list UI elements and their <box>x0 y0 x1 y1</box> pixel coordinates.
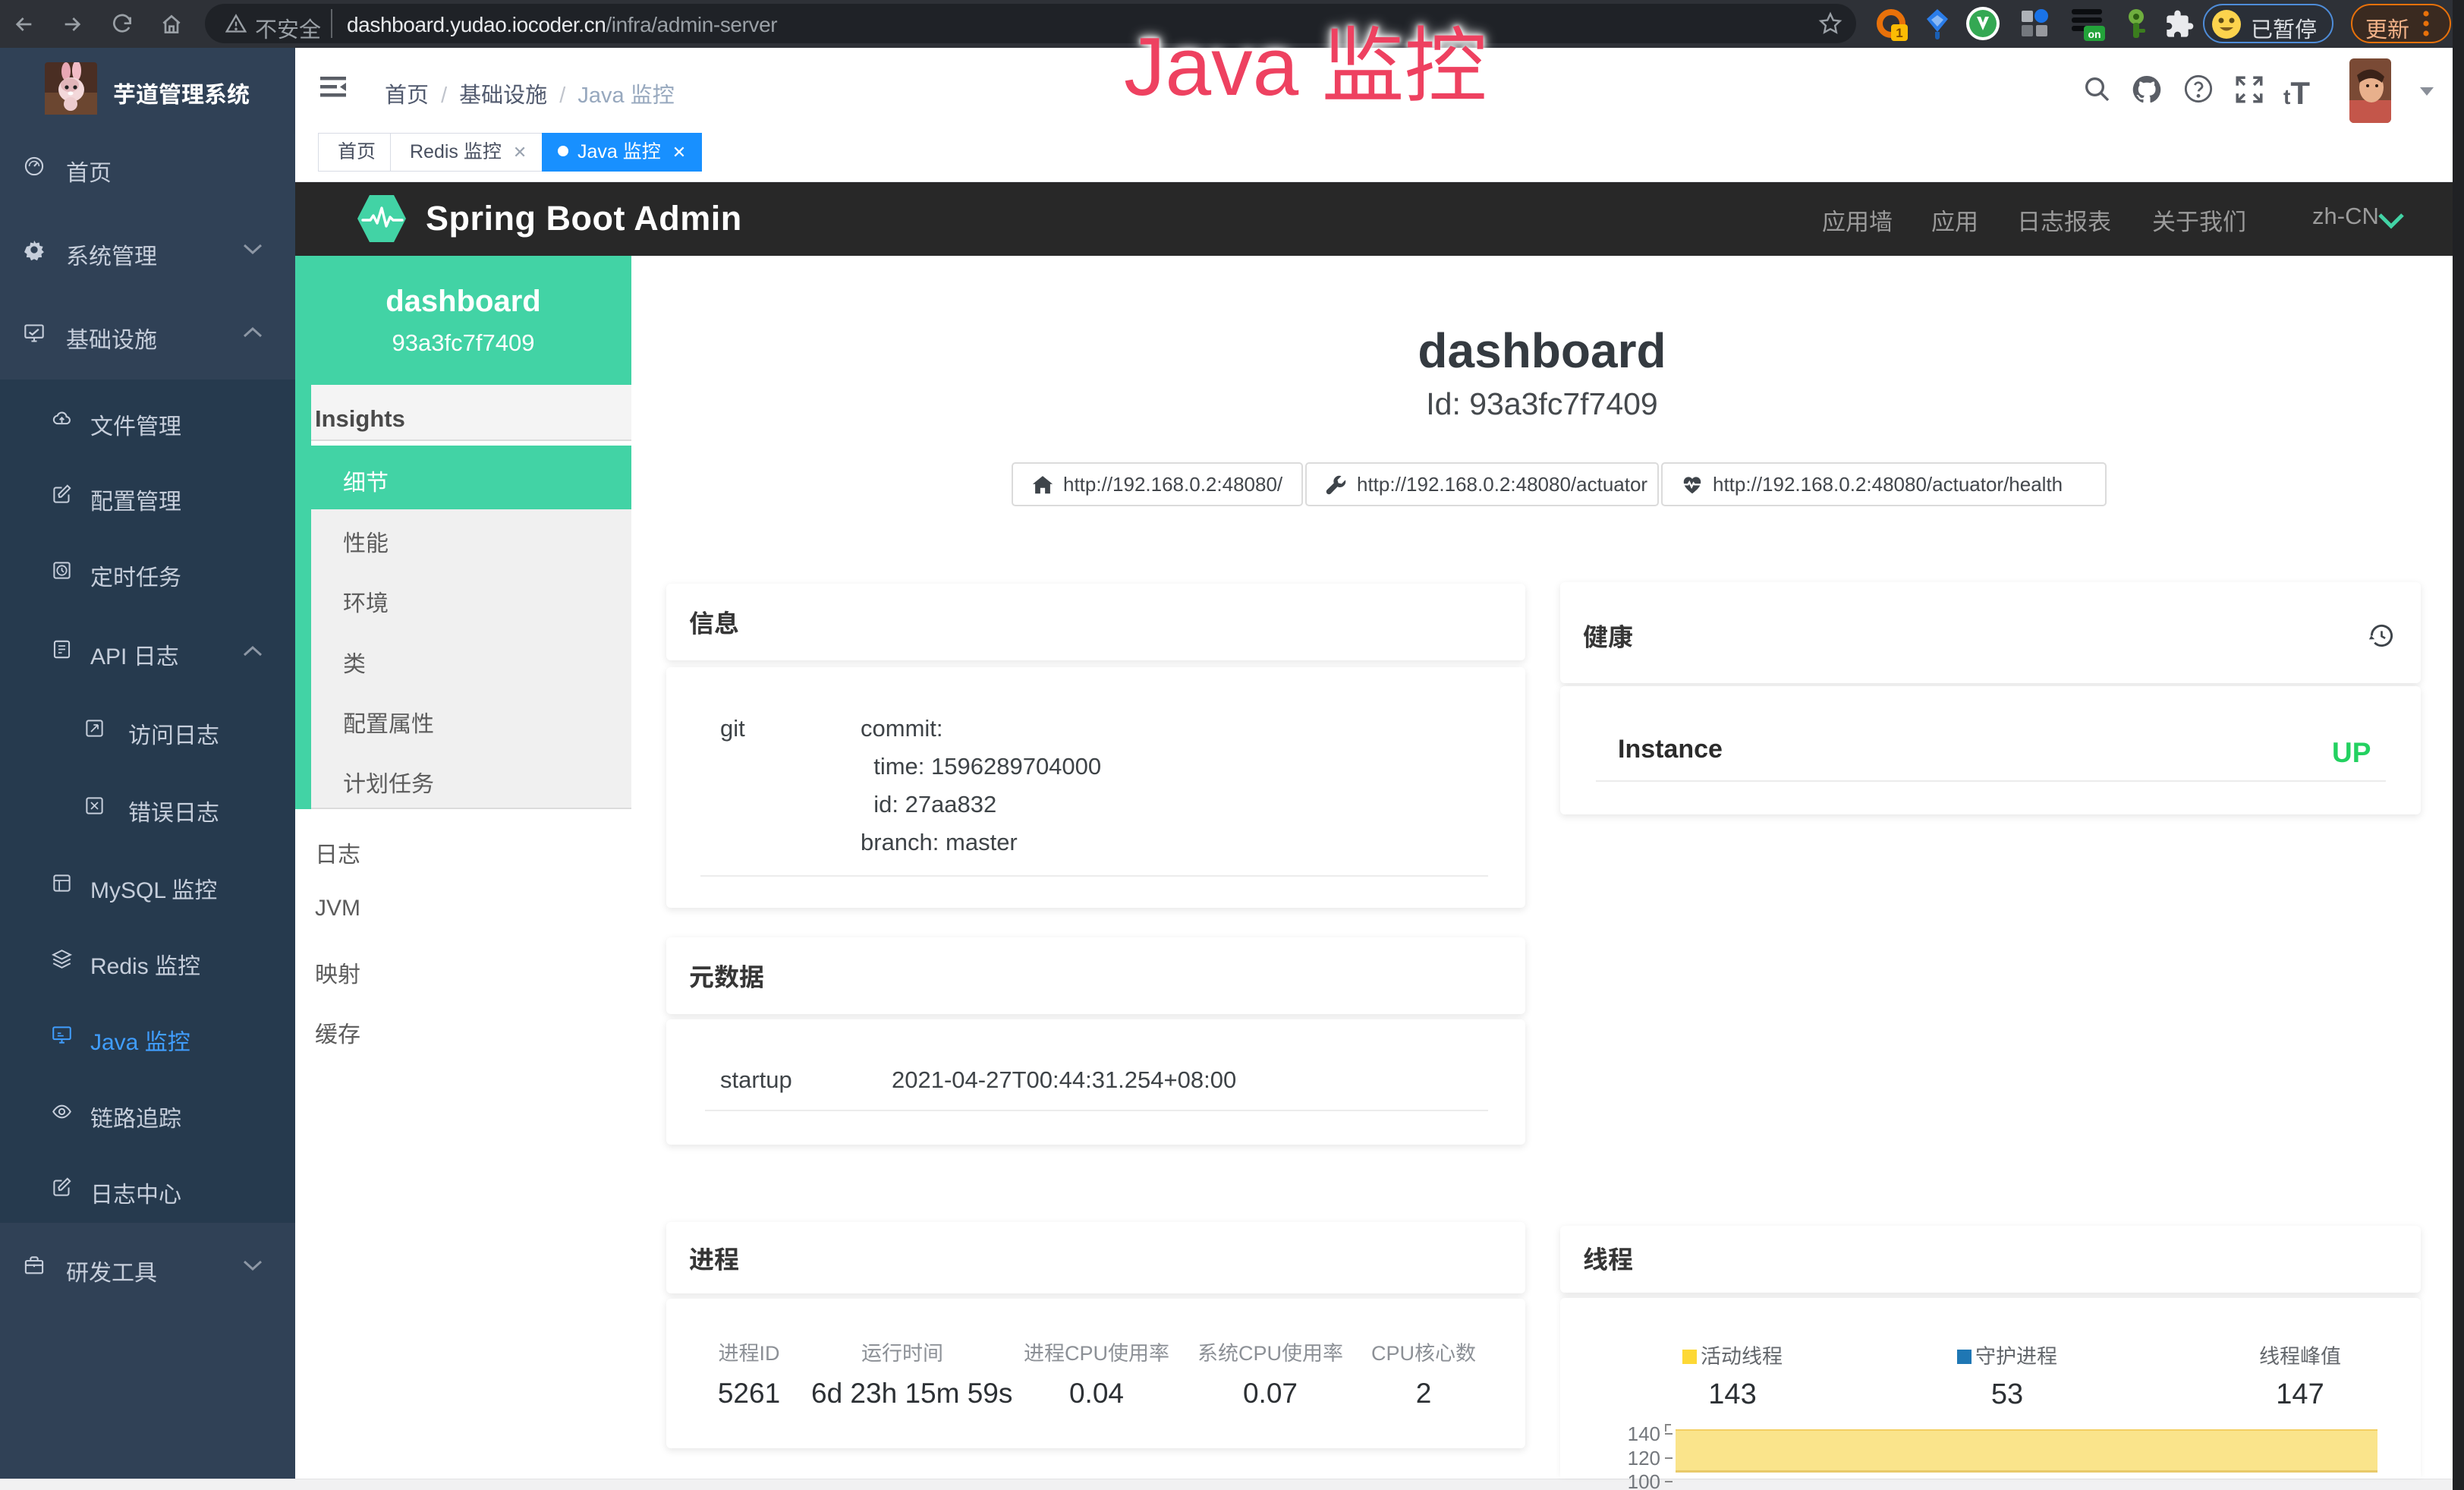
svg-text:on: on <box>2088 28 2101 40</box>
svg-text:1: 1 <box>1896 26 1902 40</box>
